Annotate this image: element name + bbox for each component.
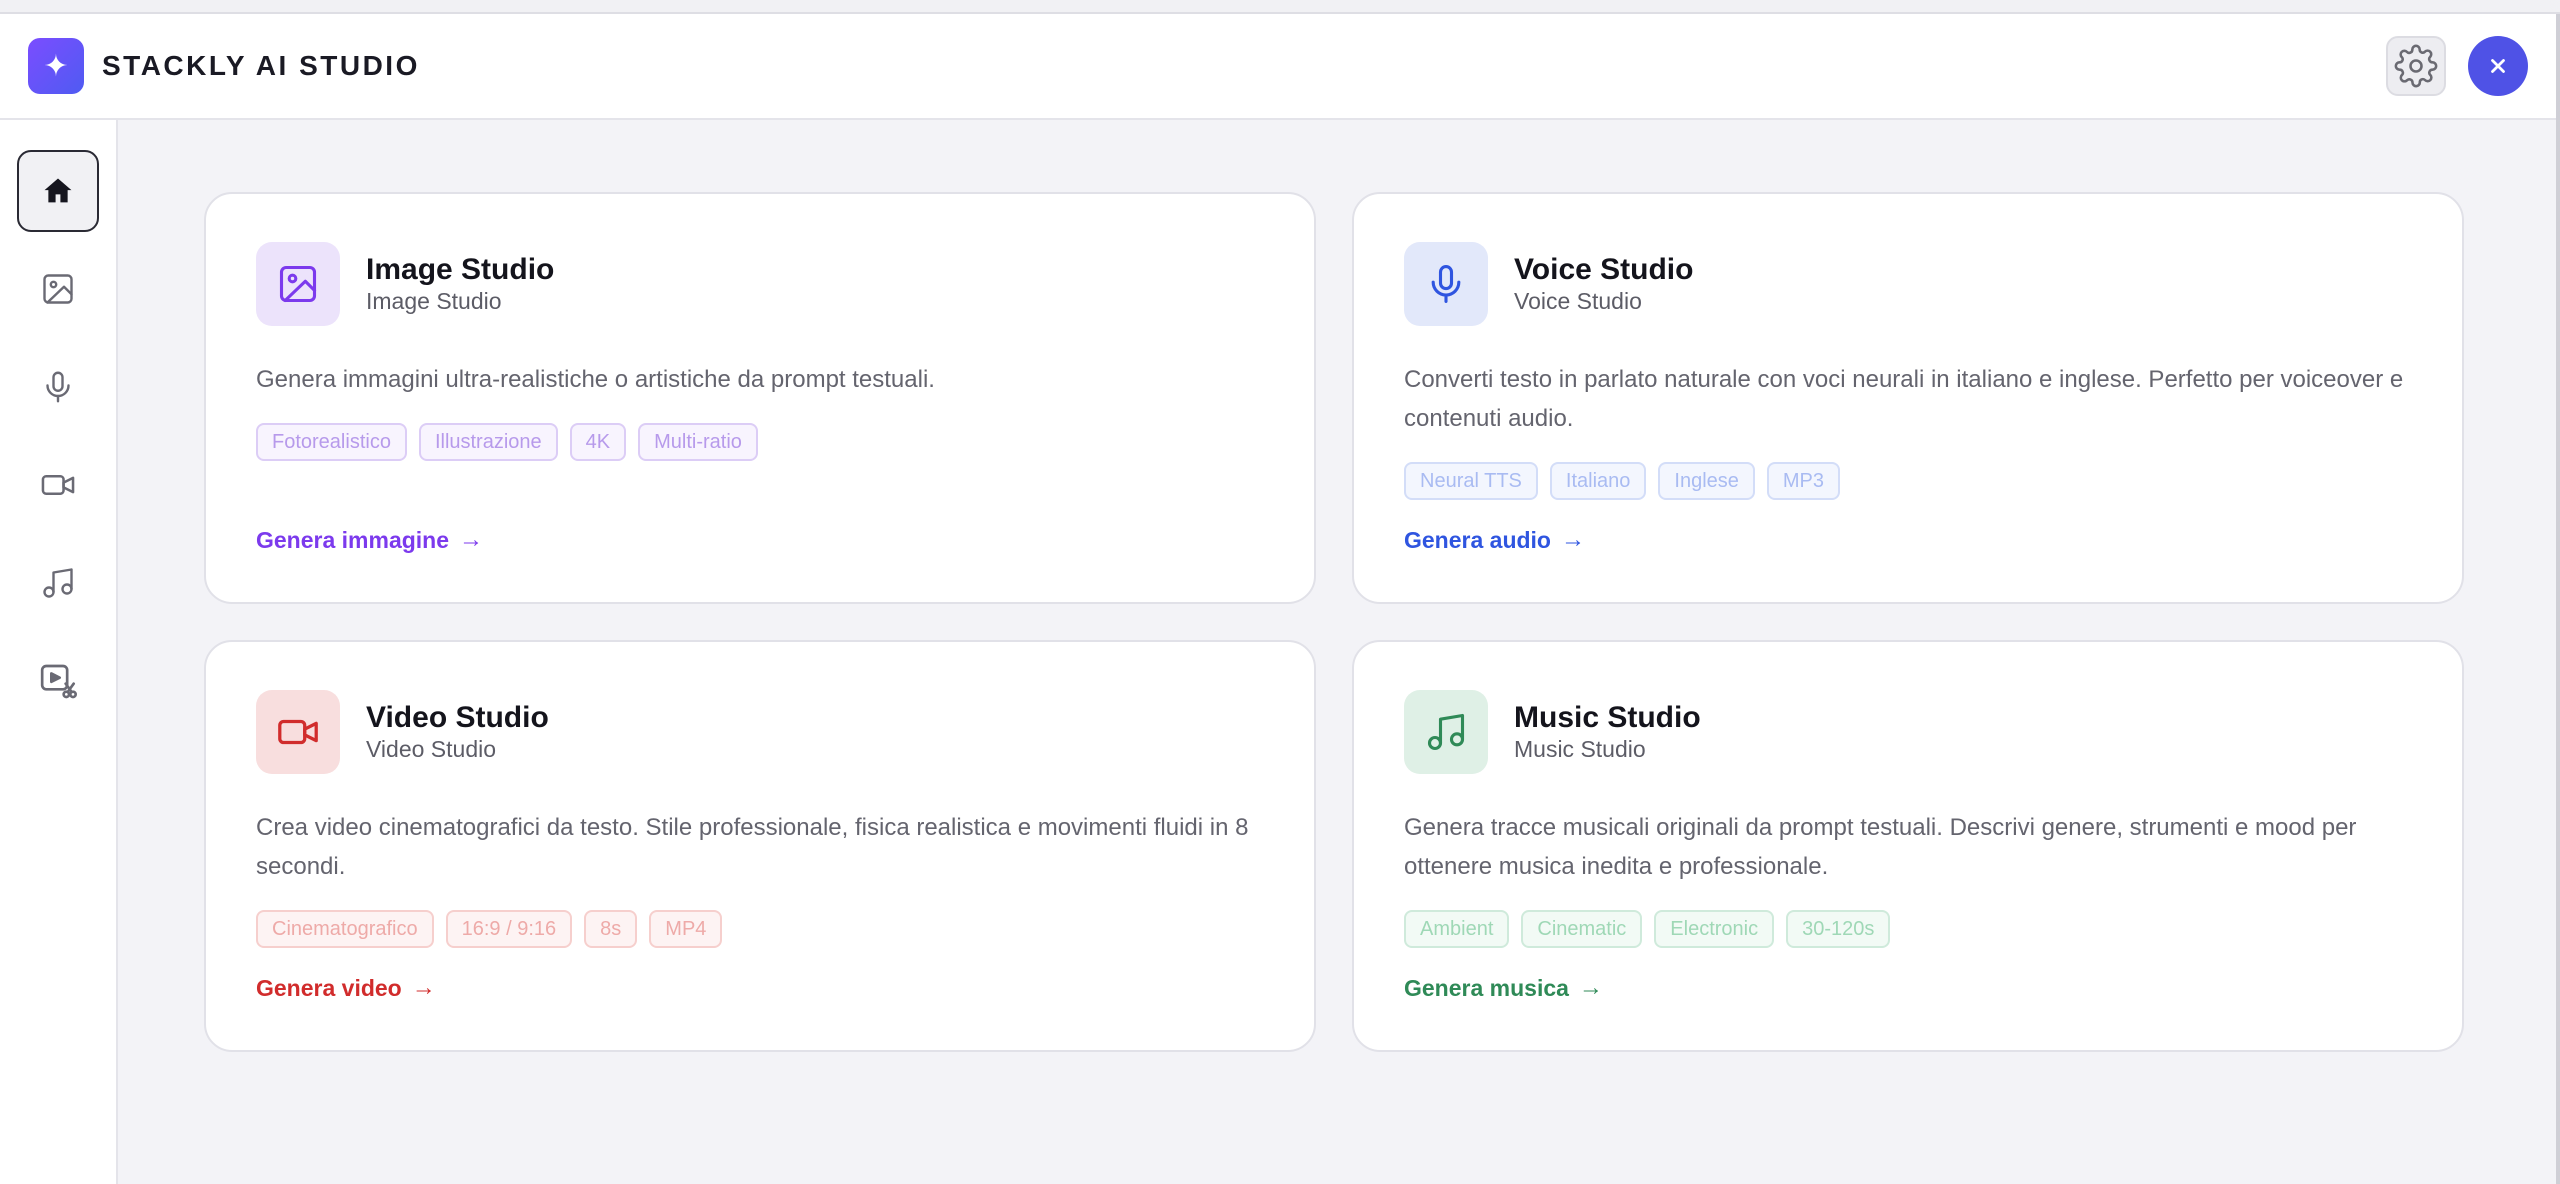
arrow-right-icon: → [1578,974,1603,1001]
gear-icon [2394,44,2438,88]
tag: Ambient [1404,910,1510,948]
video-studio-icon-tile [256,690,340,774]
cta-label: Genera immagine [256,526,450,553]
video-camera-icon [41,475,75,495]
video-edit-icon [40,664,77,699]
generate-audio-link[interactable]: Genera audio → [1404,526,1585,554]
tag: 30-120s [1786,910,1891,948]
tag: Italiano [1549,462,1647,500]
tag: 4K [569,423,627,461]
generate-video-link[interactable]: Genera video → [256,974,436,1002]
card-subtitle: Image Studio [366,288,502,314]
card-title: Voice Studio [1514,253,1694,286]
tag: 16:9 / 9:16 [445,910,573,948]
microphone-icon [46,371,70,403]
card-title: Image Studio [366,253,555,286]
music-studio-card[interactable]: Music Studio Music Studio Genera tracce … [1352,640,2464,1052]
home-icon [44,178,72,203]
tag: Cinematic [1521,910,1643,948]
sidebar-item-home[interactable] [17,150,99,232]
card-subtitle: Video Studio [366,736,497,762]
sidebar-item-video[interactable] [17,444,99,526]
card-description: Converti testo in parlato naturale con v… [1404,366,2404,432]
video-studio-card[interactable]: Video Studio Video Studio Crea video cin… [204,640,1316,1052]
tag: Fotorealistico [256,423,407,461]
sidebar-item-voice[interactable] [17,346,99,428]
studio-grid: Image Studio Image Studio Genera immagin… [204,192,2464,1052]
sparkle-icon: ✦ [28,38,84,94]
video-camera-icon [278,719,318,745]
music-note-icon [1427,713,1465,751]
generate-music-link[interactable]: Genera musica → [1404,974,1603,1002]
card-tags: Fotorealistico Illustrazione 4K Multi-ra… [256,423,1264,461]
tag: Cinematografico [256,910,434,948]
settings-button[interactable] [2386,36,2446,96]
cta-label: Genera audio [1404,526,1551,553]
cta-label: Genera musica [1404,974,1569,1001]
image-studio-card[interactable]: Image Studio Image Studio Genera immagin… [204,192,1316,604]
card-subtitle: Music Studio [1514,736,1646,762]
voice-studio-icon-tile [1404,242,1488,326]
generate-image-link[interactable]: Genera immagine → [256,526,483,554]
image-studio-icon-tile [256,242,340,326]
app-header: ✦ STACKLY AI STUDIO [0,14,2556,120]
card-title: Music Studio [1514,701,1701,734]
card-description: Crea video cinematografici da testo. Sti… [256,814,1249,880]
card-description: Genera immagini ultra-realistiche o arti… [256,366,935,393]
music-note-icon [43,568,73,598]
sidebar-item-video-edit[interactable] [17,640,99,722]
card-tags: Cinematografico 16:9 / 9:16 8s MP4 [256,910,1264,948]
app-title: STACKLY AI STUDIO [102,50,420,81]
cta-label: Genera video [256,974,402,1001]
arrow-right-icon: → [459,526,484,553]
tag: Neural TTS [1404,462,1538,500]
card-tags: Ambient Cinematic Electronic 30-120s [1404,910,2412,948]
close-button[interactable] [2468,36,2528,96]
arrow-right-icon: → [1560,526,1585,553]
card-title: Video Studio [366,701,549,734]
music-studio-icon-tile [1404,690,1488,774]
image-icon [279,265,317,303]
close-icon [2491,59,2505,73]
sidebar [0,120,118,1184]
card-description: Genera tracce musicali originali da prom… [1404,814,2357,880]
microphone-icon [1431,265,1461,303]
card-tags: Neural TTS Italiano Inglese MP3 [1404,462,2412,500]
tag: MP4 [649,910,723,948]
window-top-strip [0,0,2560,14]
tag: Electronic [1654,910,1775,948]
tag: 8s [584,910,638,948]
tag: Multi-ratio [638,423,758,461]
arrow-right-icon: → [411,974,436,1001]
voice-studio-card[interactable]: Voice Studio Voice Studio Converti testo… [1352,192,2464,604]
card-subtitle: Voice Studio [1514,288,1642,314]
tag: MP3 [1766,462,1841,500]
window-right-edge [2556,14,2560,1184]
sidebar-item-image[interactable] [17,248,99,330]
tag: Inglese [1658,462,1755,500]
tag: Illustrazione [418,423,558,461]
sidebar-item-music[interactable] [17,542,99,624]
image-icon [43,274,73,304]
